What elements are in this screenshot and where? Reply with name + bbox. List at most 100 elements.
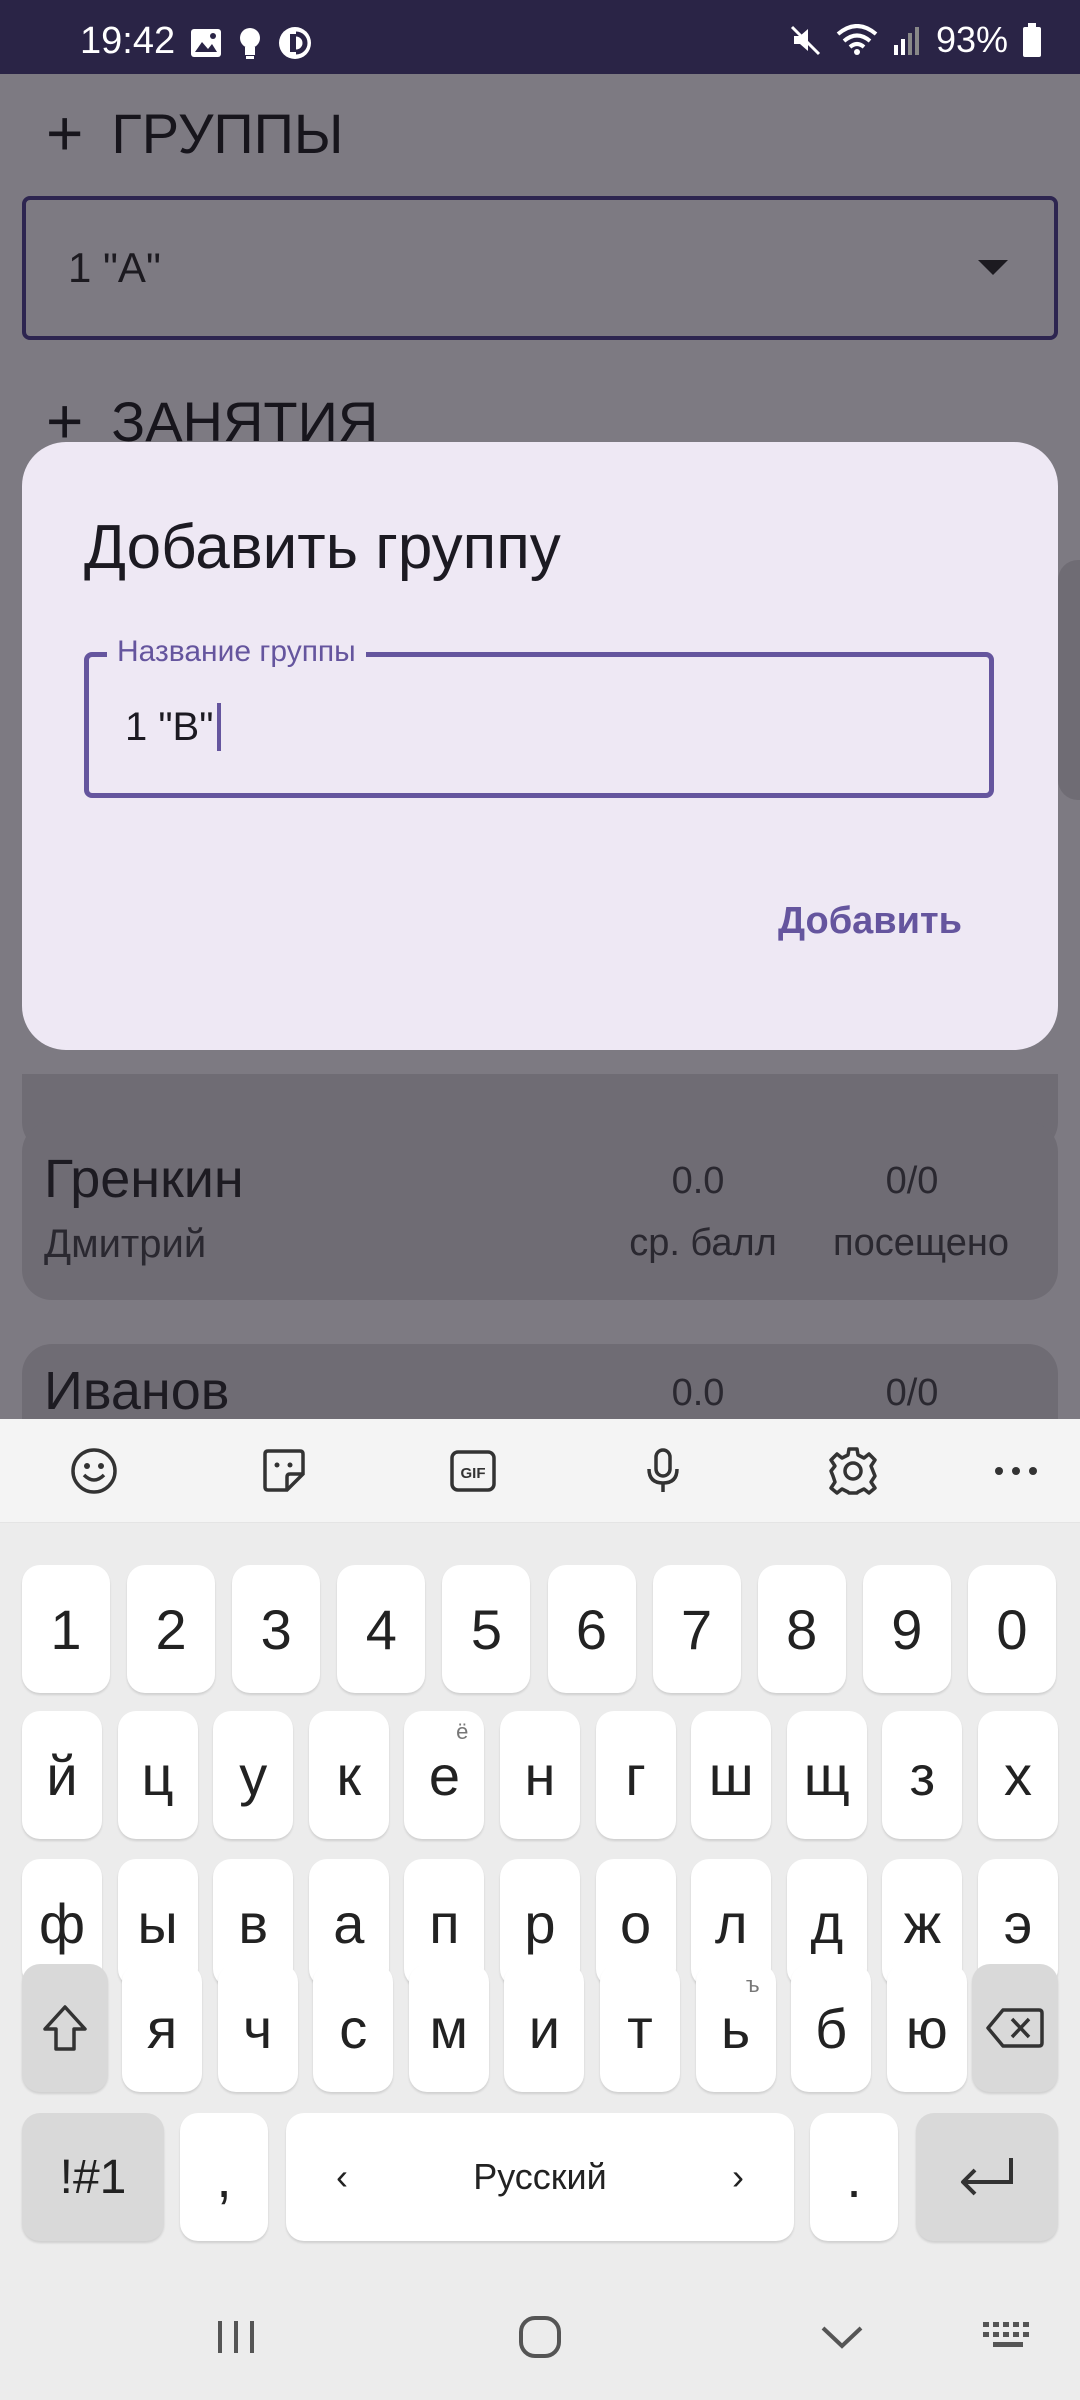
key-4[interactable]: 4 — [337, 1565, 426, 1693]
enter-key[interactable] — [916, 2113, 1058, 2241]
language-next-icon: › — [731, 2156, 744, 2197]
key-letter[interactable]: б — [791, 1964, 872, 2092]
key-3-label: 3 — [260, 1597, 292, 1661]
status-time: 19:42 — [80, 20, 176, 62]
emoji-icon[interactable] — [64, 1441, 124, 1501]
shift-icon — [43, 2005, 87, 2051]
add-group-plus-icon[interactable]: + — [46, 96, 83, 170]
group-name-value: 1 "В" — [125, 704, 214, 749]
key-letter[interactable]: ш — [691, 1711, 772, 1839]
language-prev-icon: ‹ — [336, 2156, 348, 2197]
keyboard: GIF 1234567890 йцукеёнгшщзх фывапролджэ … — [0, 1419, 1080, 2273]
text-cursor — [217, 703, 222, 751]
key-letter[interactable]: с — [313, 1964, 394, 2092]
key-letter[interactable]: ю — [886, 1964, 967, 2092]
key-letter[interactable]: н — [500, 1711, 580, 1839]
student-average: 0.0 — [671, 1372, 725, 1414]
keyboard-switch-icon[interactable] — [972, 2301, 1044, 2373]
key-letter-label: н — [524, 1743, 556, 1807]
backspace-key[interactable] — [972, 1964, 1058, 2092]
key-letter[interactable]: ч — [217, 1964, 298, 2092]
wifi-icon — [836, 24, 878, 55]
student-card[interactable]: Гренкин Дмитрий 0.0 ср. балл 0/0 посещен… — [22, 1122, 1058, 1300]
gif-label: GIF — [461, 1465, 486, 1482]
key-letter-hint: ъ — [745, 1972, 760, 1997]
key-4-label: 4 — [365, 1597, 397, 1661]
key-letter-label: м — [429, 1996, 469, 2060]
key-0-label: 0 — [996, 1597, 1028, 1661]
key-letter[interactable]: ьъ — [695, 1964, 776, 2092]
backspace-icon — [986, 2008, 1044, 2048]
key-letter-label: ы — [137, 1891, 178, 1955]
key-letter[interactable]: х — [978, 1711, 1058, 1839]
key-6[interactable]: 6 — [547, 1565, 636, 1693]
key-letter-label: р — [524, 1891, 556, 1955]
key-letter[interactable]: я — [122, 1964, 202, 2092]
home-icon[interactable] — [504, 2301, 576, 2373]
key-letter-label: ю — [905, 1996, 948, 2060]
key-letter-label: е — [428, 1743, 460, 1807]
group-dropdown[interactable]: 1 "А" — [22, 196, 1058, 340]
groups-header-label: ГРУППЫ — [111, 101, 344, 165]
key-letter[interactable]: щ — [786, 1711, 867, 1839]
key-letter[interactable]: з — [882, 1711, 963, 1839]
battery-icon — [1023, 23, 1041, 57]
microphone-icon[interactable] — [633, 1441, 693, 1501]
shift-key[interactable] — [22, 1964, 108, 2092]
navigation-bar — [0, 2273, 1080, 2400]
key-letter[interactable]: у — [213, 1711, 294, 1839]
key-letter[interactable]: ц — [117, 1711, 198, 1839]
key-letter[interactable]: й — [22, 1711, 102, 1839]
key-letter-label: ш — [708, 1743, 754, 1807]
period-key[interactable]: . — [810, 2113, 898, 2241]
settings-icon[interactable] — [823, 1441, 883, 1501]
symbols-key[interactable]: !#1 — [22, 2113, 164, 2241]
gif-icon[interactable]: GIF — [443, 1441, 503, 1501]
hide-keyboard-icon[interactable] — [806, 2301, 878, 2373]
key-letter[interactable]: к — [308, 1711, 389, 1839]
keyboard-toolbar: GIF — [0, 1419, 1080, 1523]
key-7[interactable]: 7 — [652, 1565, 741, 1693]
key-1[interactable]: 1 — [22, 1565, 110, 1693]
key-letter-label: ж — [903, 1891, 942, 1955]
student-last-name: Иванов — [44, 1361, 230, 1421]
group-name-input[interactable]: 1 "В" — [125, 703, 222, 751]
recent-apps-icon[interactable] — [200, 2301, 272, 2373]
spacebar-key[interactable]: ‹ Русский › — [286, 2113, 794, 2241]
gallery-icon — [191, 29, 221, 57]
key-letter-label: х — [1004, 1743, 1032, 1807]
key-letter-label: ь — [721, 1996, 751, 2060]
key-letter-label: ц — [141, 1743, 174, 1807]
more-icon[interactable] — [986, 1441, 1046, 1501]
key-letter[interactable]: г — [595, 1711, 676, 1839]
key-9[interactable]: 9 — [862, 1565, 951, 1693]
key-3[interactable]: 3 — [232, 1565, 321, 1693]
key-letter[interactable]: её — [404, 1711, 485, 1839]
add-button[interactable]: Добавить — [778, 900, 962, 943]
key-letter-label: д — [810, 1891, 844, 1955]
key-letter-label: б — [815, 1996, 848, 2060]
student-average-label: ср. балл — [629, 1222, 777, 1264]
key-2[interactable]: 2 — [127, 1565, 216, 1693]
keyboard-keys: 1234567890 йцукеёнгшщзх фывапролджэ ячсм… — [0, 1523, 1080, 2273]
key-5[interactable]: 5 — [442, 1565, 531, 1693]
group-name-field[interactable]: Название группы 1 "В" — [84, 635, 994, 798]
key-letter-hint: ё — [456, 1719, 469, 1744]
key-0[interactable]: 0 — [967, 1565, 1056, 1693]
key-letter-label: я — [146, 1996, 178, 2060]
key-8[interactable]: 8 — [757, 1565, 846, 1693]
chevron-down-icon — [978, 260, 1008, 275]
key-letter-label: ф — [38, 1891, 86, 1955]
key-letter-label: с — [339, 1996, 368, 2060]
group-name-field-label: Название группы — [107, 635, 366, 669]
key-letter[interactable]: т — [600, 1964, 680, 2092]
system-icons: 93% — [790, 22, 1042, 58]
dialog-title: Добавить группу — [84, 513, 561, 582]
key-letter[interactable]: м — [408, 1964, 489, 2092]
signal-icon — [893, 27, 919, 55]
key-8-label: 8 — [786, 1597, 818, 1661]
key-letter[interactable]: и — [504, 1964, 585, 2092]
comma-key[interactable]: , — [180, 2113, 268, 2241]
key-letter-label: з — [909, 1743, 936, 1807]
sticker-icon[interactable] — [254, 1441, 314, 1501]
